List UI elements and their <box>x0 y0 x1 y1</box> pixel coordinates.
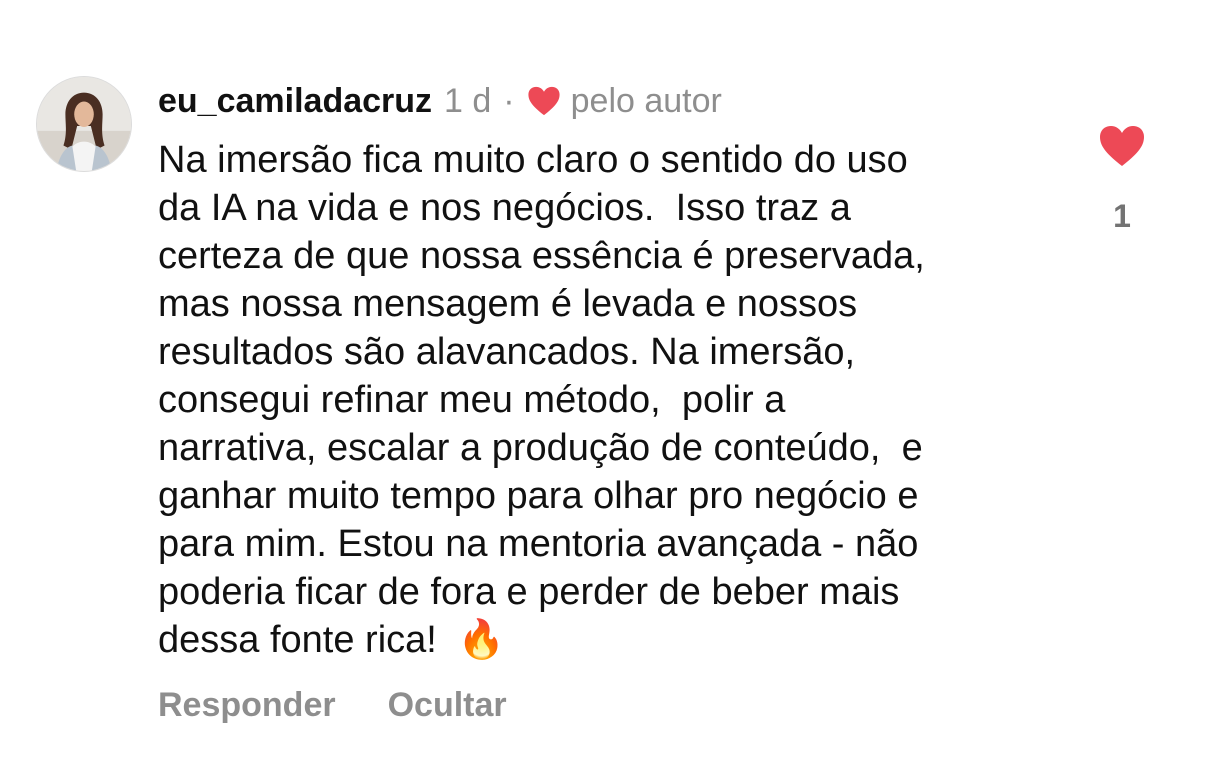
avatar[interactable] <box>36 76 132 172</box>
comment-actions: Responder Ocultar <box>158 686 507 725</box>
heart-icon <box>1100 126 1144 166</box>
separator-dot: · <box>503 82 515 120</box>
like-button[interactable] <box>1098 124 1146 168</box>
like-count[interactable]: 1 <box>1098 198 1146 235</box>
comment-header: eu_camiladacruz 1 d · pelo autor <box>158 80 722 122</box>
liked-by-author-label: pelo autor <box>570 82 722 120</box>
comment-time: 1 d <box>444 82 492 120</box>
comment-text: Na imersão fica muito claro o sentido do… <box>158 139 925 661</box>
hide-button[interactable]: Ocultar <box>388 686 507 725</box>
username-link[interactable]: eu_camiladacruz <box>158 80 432 122</box>
heart-icon <box>527 84 561 118</box>
avatar-image <box>37 77 131 171</box>
reply-button[interactable]: Responder <box>158 686 336 725</box>
